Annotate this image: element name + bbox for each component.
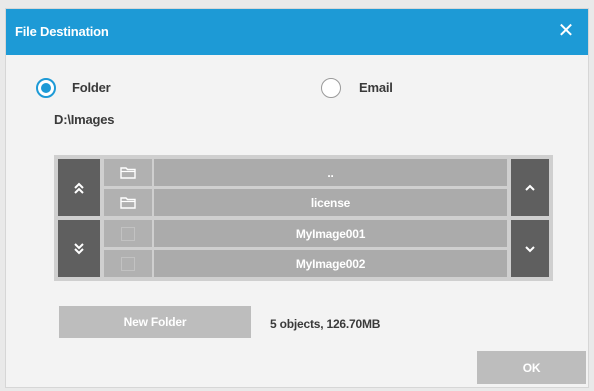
title-bar: File Destination ✕: [6, 9, 588, 55]
folder-icon: [120, 197, 136, 209]
folder-icon: [120, 167, 136, 179]
chevron-up-icon: [525, 184, 535, 191]
ok-button[interactable]: OK: [477, 351, 586, 384]
page-down-button[interactable]: [58, 220, 100, 277]
dialog-title: File Destination: [15, 24, 109, 39]
file-list: .. license MyImage001 MyImage002: [54, 155, 553, 281]
double-chevron-up-icon: [74, 182, 84, 194]
list-item[interactable]: MyImage002: [154, 250, 507, 277]
close-icon[interactable]: ✕: [554, 19, 578, 43]
folder-option-label[interactable]: Folder: [72, 80, 111, 95]
list-item[interactable]: ..: [154, 159, 507, 186]
row-icon-cell[interactable]: [104, 159, 152, 186]
email-option-label[interactable]: Email: [359, 80, 393, 95]
file-icon: [121, 226, 135, 241]
email-radio[interactable]: [321, 78, 341, 98]
scroll-up-button[interactable]: [511, 159, 549, 216]
list-item[interactable]: MyImage001: [154, 220, 507, 247]
double-chevron-down-icon: [74, 242, 84, 254]
page-up-button[interactable]: [58, 159, 100, 216]
chevron-down-icon: [525, 245, 535, 252]
list-item[interactable]: license: [154, 189, 507, 216]
folder-status: 5 objects, 126.70MB: [270, 317, 381, 331]
file-icon: [121, 256, 135, 271]
scroll-down-button[interactable]: [511, 220, 549, 277]
row-icon-cell[interactable]: [104, 189, 152, 216]
current-path: D:\Images: [54, 112, 115, 127]
row-icon-cell[interactable]: [104, 220, 152, 247]
folder-radio[interactable]: [36, 78, 56, 98]
row-icon-cell[interactable]: [104, 250, 152, 277]
new-folder-button[interactable]: New Folder: [59, 306, 251, 338]
